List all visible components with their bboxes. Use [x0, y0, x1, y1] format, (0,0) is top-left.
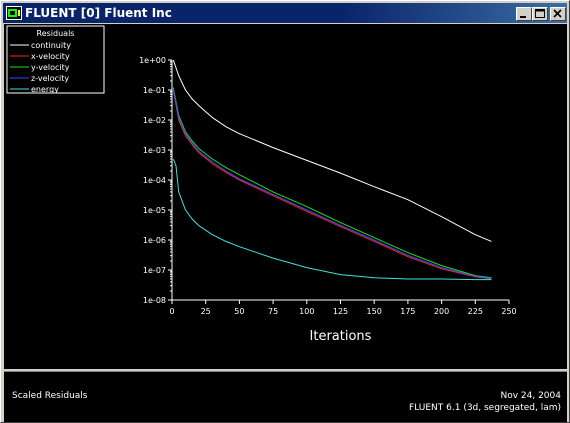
series-line-x-velocity: [172, 89, 492, 280]
title-bar[interactable]: FLUENT [0] Fluent Inc: [3, 3, 567, 23]
legend-label-energy: energy: [31, 85, 59, 94]
legend-label-y-velocity: y-velocity: [31, 63, 70, 72]
x-tick-label: 25: [201, 307, 211, 316]
window-title: FLUENT [0] Fluent Inc: [25, 6, 172, 20]
y-tick-label: 1e-06: [143, 236, 166, 245]
x-tick-label: 200: [434, 307, 449, 316]
y-tick-label: 1e-03: [143, 146, 166, 155]
series-line-z-velocity: [172, 88, 492, 279]
x-tick-label: 0: [169, 307, 174, 316]
status-date: Nov 24, 2004: [500, 391, 561, 401]
y-tick-label: 1e-01: [143, 86, 166, 95]
y-tick-label: 1e+00: [139, 56, 166, 65]
minimize-button[interactable]: [516, 7, 532, 21]
status-panel: Scaled Residuals Nov 24, 2004 FLUENT 6.1…: [4, 371, 567, 422]
x-tick-label: 50: [234, 307, 244, 316]
x-tick-label: 150: [367, 307, 382, 316]
minimize-icon: [520, 16, 526, 18]
plot-area[interactable]: 1e-08 1e-07 1e-06 1e-05 1e-04 1e-03 1e-02 1e-01…: [4, 24, 567, 369]
x-tick-label: 175: [400, 307, 415, 316]
y-tick-label: 1e-04: [143, 176, 166, 185]
x-tick-label: 125: [333, 307, 348, 316]
fluent-app-icon[interactable]: [6, 6, 22, 20]
legend-label-z-velocity: z-velocity: [31, 74, 69, 83]
x-tick-label: 225: [468, 307, 483, 316]
y-tick-label: 1e-05: [143, 206, 166, 215]
maximize-icon: [535, 9, 545, 18]
legend-label-x-velocity: x-velocity: [31, 52, 70, 61]
x-tick-label: 75: [268, 307, 278, 316]
legend-title: Residuals: [37, 29, 75, 38]
x-axis-label: Iterations: [310, 329, 372, 344]
fluent-window: FLUENT [0] Fluent Inc 1e-08 1e-07 1e-06 1e-…: [0, 0, 570, 423]
close-icon: [553, 9, 562, 18]
legend-label-continuity: continuity: [31, 41, 71, 50]
x-tick-label: 250: [501, 307, 516, 316]
series-line-y-velocity: [172, 87, 492, 279]
series-line-continuity: [172, 59, 492, 242]
close-button[interactable]: [550, 7, 566, 21]
status-version: FLUENT 6.1 (3d, segregated, lam): [409, 403, 561, 413]
y-tick-label: 1e-02: [143, 116, 166, 125]
residuals-chart: 1e-08 1e-07 1e-06 1e-05 1e-04 1e-03 1e-02 1e-01…: [6, 25, 517, 344]
y-tick-label: 1e-07: [143, 266, 166, 275]
x-tick-label: 100: [299, 307, 314, 316]
y-tick-label: 1e-08: [143, 296, 166, 305]
status-title: Scaled Residuals: [12, 391, 88, 401]
maximize-button[interactable]: [532, 7, 548, 21]
